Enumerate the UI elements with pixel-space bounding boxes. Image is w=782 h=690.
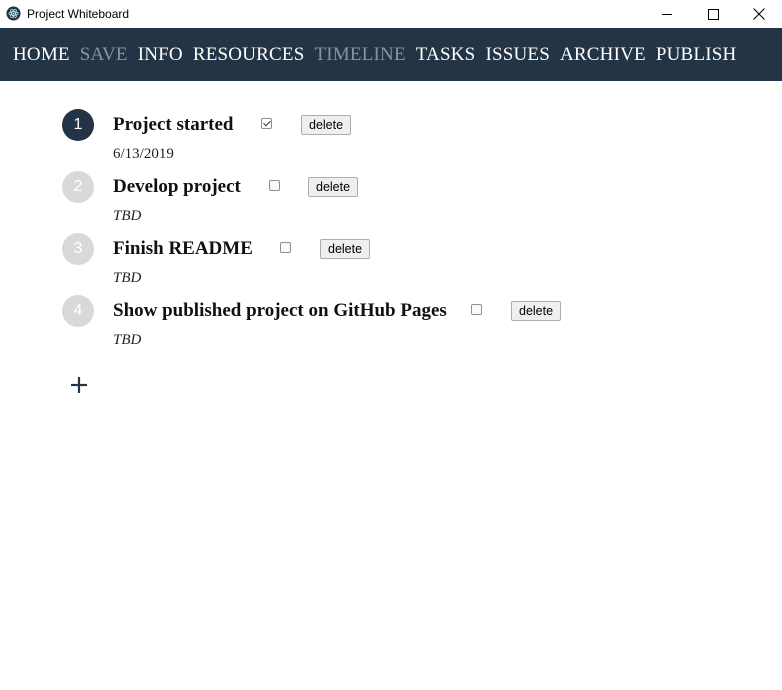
milestone-item: 2 Develop project delete TBD bbox=[0, 171, 782, 233]
electron-atom-icon bbox=[6, 6, 21, 21]
nav-tasks[interactable]: TASKS bbox=[416, 44, 476, 66]
milestone-item: 3 Finish README delete TBD bbox=[0, 233, 782, 295]
delete-button[interactable]: delete bbox=[320, 239, 371, 259]
milestone-complete-checkbox[interactable] bbox=[280, 242, 291, 253]
window-titlebar: Project Whiteboard bbox=[0, 0, 782, 28]
nav-home[interactable]: HOME bbox=[13, 44, 70, 66]
milestone-number: 4 bbox=[62, 295, 94, 327]
milestone-number: 1 bbox=[62, 109, 94, 141]
maximize-icon bbox=[707, 8, 719, 20]
milestone-title[interactable]: Finish README bbox=[113, 238, 253, 260]
milestone-number: 2 bbox=[62, 171, 94, 203]
delete-button[interactable]: delete bbox=[301, 115, 352, 135]
milestone-item: 4 Show published project on GitHub Pages… bbox=[0, 295, 782, 357]
window-title: Project Whiteboard bbox=[27, 7, 130, 21]
milestone-item: 1 Project started delete 6/13/2019 bbox=[0, 109, 782, 171]
maximize-button[interactable] bbox=[690, 0, 736, 28]
milestone-complete-checkbox[interactable] bbox=[261, 118, 272, 129]
milestone-date[interactable]: 6/13/2019 bbox=[113, 146, 174, 163]
nav-info[interactable]: INFO bbox=[138, 44, 183, 66]
nav-archive[interactable]: ARCHIVE bbox=[560, 44, 646, 66]
milestone-number: 3 bbox=[62, 233, 94, 265]
minimize-icon bbox=[661, 13, 672, 15]
milestone-title[interactable]: Develop project bbox=[113, 176, 241, 198]
nav-resources[interactable]: RESOURCES bbox=[193, 44, 305, 66]
milestone-date[interactable]: TBD bbox=[113, 332, 141, 349]
milestone-complete-checkbox[interactable] bbox=[471, 304, 482, 315]
main-nav: HOME SAVE INFO RESOURCES TIMELINE TASKS … bbox=[0, 28, 782, 81]
milestone-date[interactable]: TBD bbox=[113, 270, 141, 287]
milestone-title[interactable]: Show published project on GitHub Pages bbox=[113, 300, 447, 322]
close-icon bbox=[753, 8, 765, 20]
add-milestone-button[interactable] bbox=[69, 375, 89, 395]
milestone-complete-checkbox[interactable] bbox=[269, 180, 280, 191]
delete-button[interactable]: delete bbox=[308, 177, 359, 197]
nav-timeline[interactable]: TIMELINE bbox=[314, 44, 405, 66]
plus-icon bbox=[71, 377, 87, 393]
close-button[interactable] bbox=[736, 0, 782, 28]
milestone-date[interactable]: TBD bbox=[113, 208, 141, 225]
minimize-button[interactable] bbox=[644, 0, 690, 28]
delete-button[interactable]: delete bbox=[511, 301, 562, 321]
nav-issues[interactable]: ISSUES bbox=[485, 44, 550, 66]
milestone-title[interactable]: Project started bbox=[113, 114, 233, 136]
nav-save[interactable]: SAVE bbox=[80, 44, 128, 66]
nav-publish[interactable]: PUBLISH bbox=[656, 44, 737, 66]
